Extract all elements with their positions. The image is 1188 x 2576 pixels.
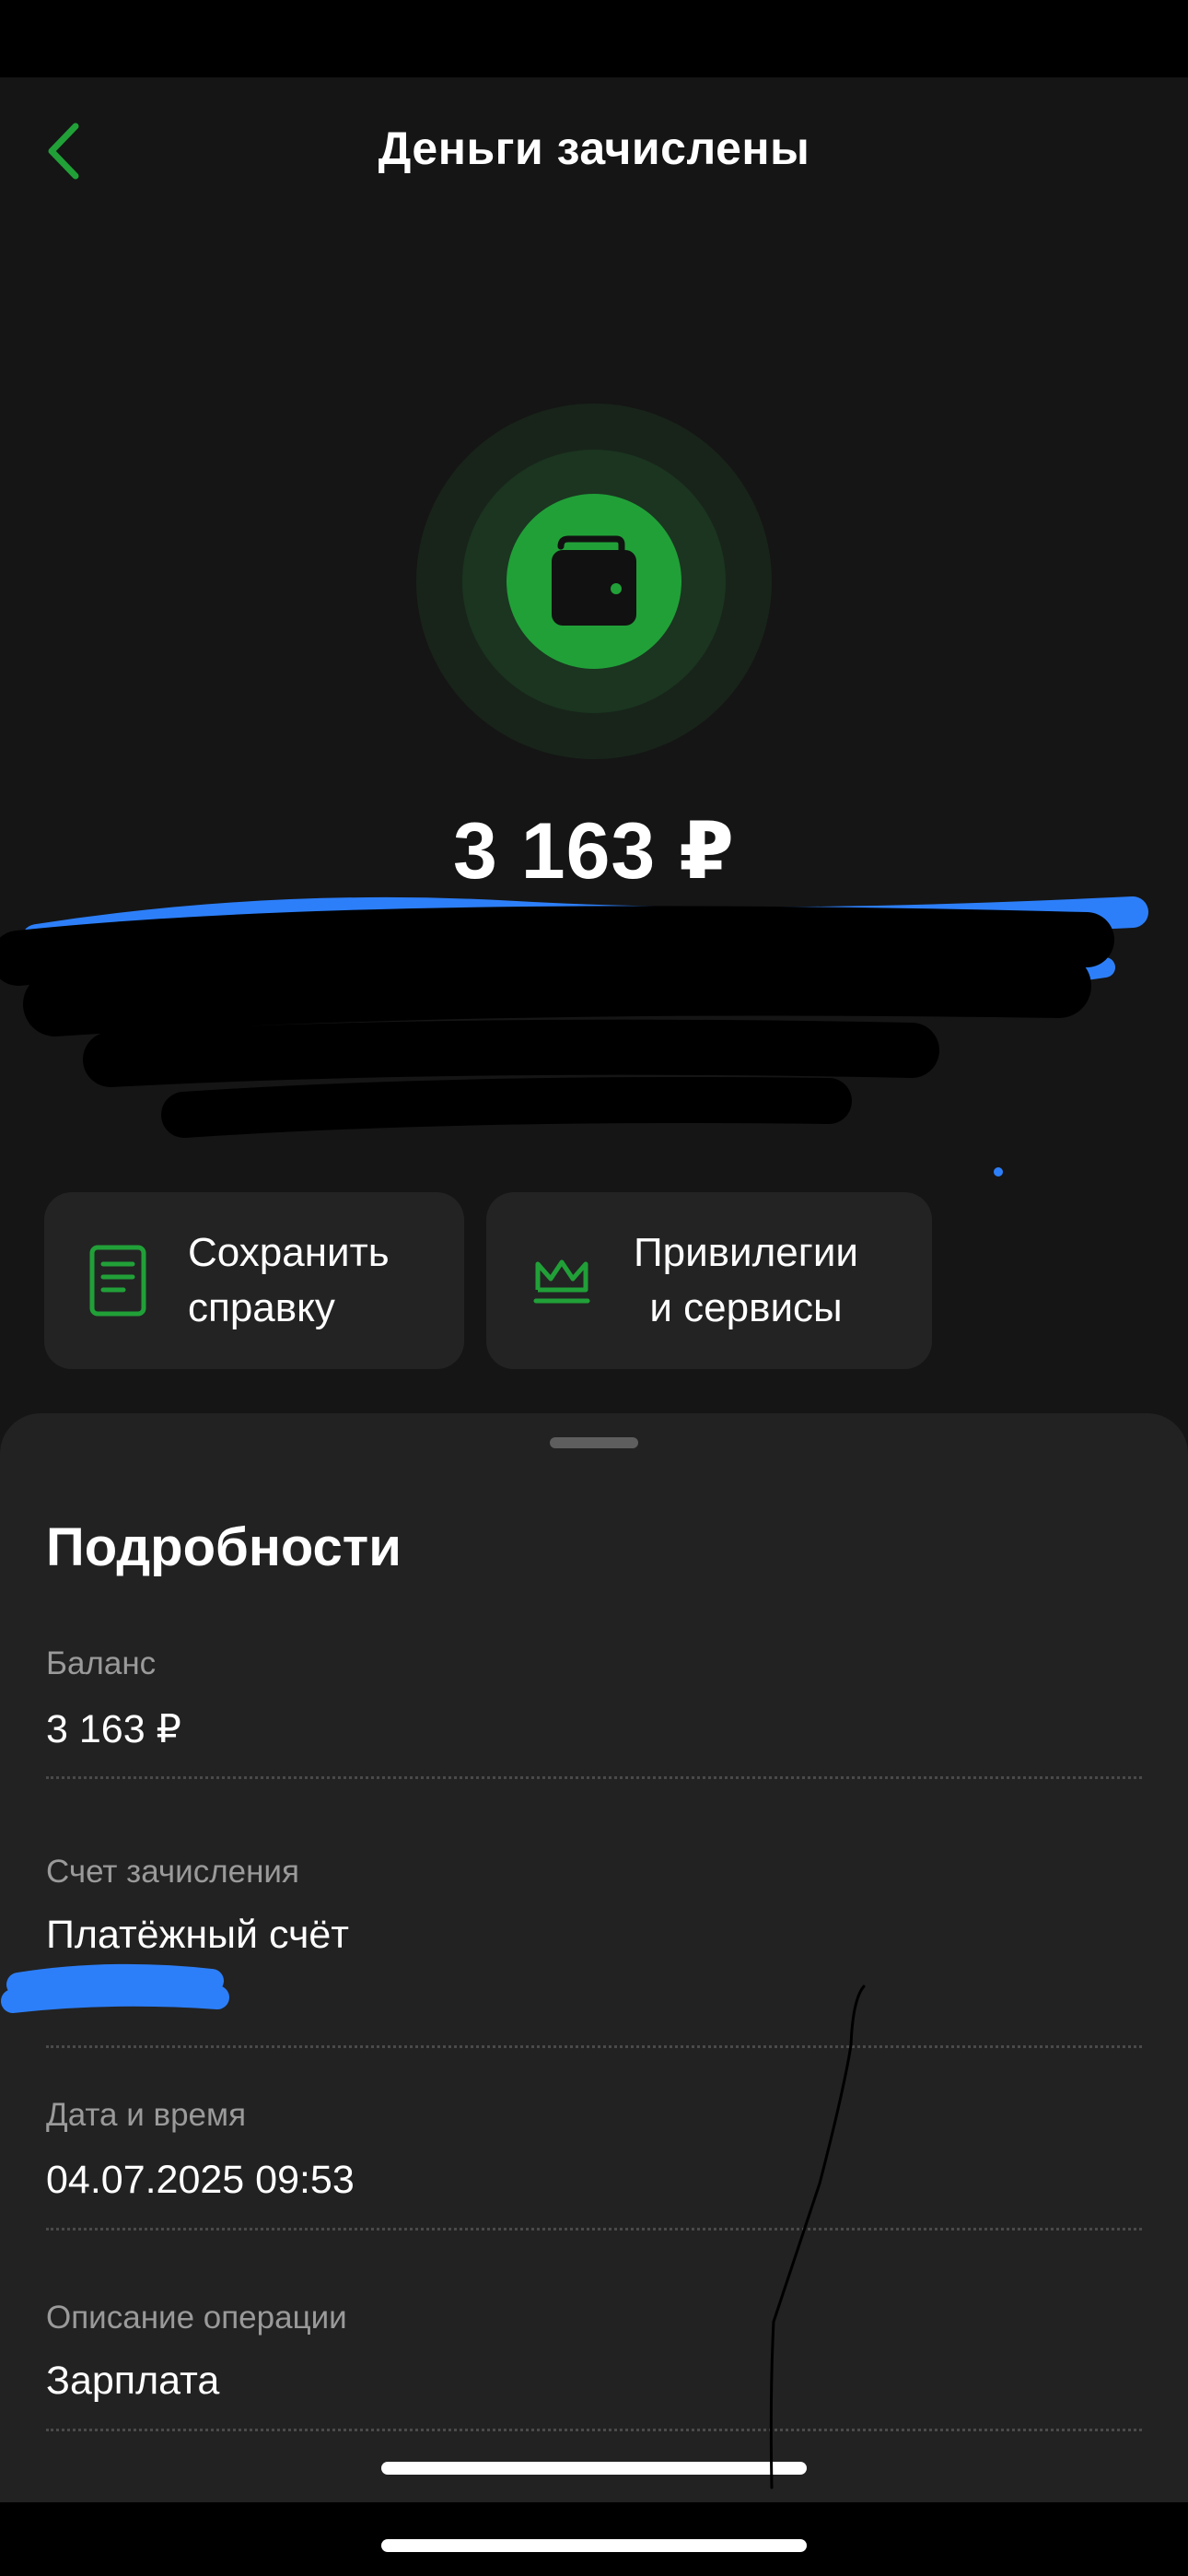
- field-value: Платёжный счёт: [46, 1913, 349, 1957]
- field-label: Счет зачисления: [46, 1854, 299, 1890]
- action-icon-wrap: [85, 1244, 151, 1317]
- field-label: Баланс: [46, 1645, 157, 1681]
- divider: [46, 2429, 1142, 2431]
- sheet-grabber[interactable]: [550, 1437, 638, 1448]
- field-value: 04.07.2025 09:53: [46, 2158, 355, 2202]
- divider: [46, 1776, 1142, 1779]
- redaction-scribble: [1, 1963, 229, 2013]
- privileges-services-label: Привилегии и сервисы: [634, 1230, 858, 1330]
- privileges-services-button[interactable]: Привилегии и сервисы: [486, 1192, 932, 1369]
- details-title: Подробности: [46, 1517, 402, 1577]
- action-icon-wrap: [529, 1244, 595, 1317]
- status-bar: [0, 0, 1188, 77]
- field-value: Зарплата: [46, 2359, 220, 2403]
- wallet-icon: [552, 535, 636, 626]
- navigation-bar: Деньги зачислены: [0, 77, 1188, 216]
- hero-badge: [416, 404, 772, 759]
- save-receipt-label: Сохранить справку: [188, 1230, 390, 1330]
- hero-ring-inner: [507, 494, 681, 669]
- save-receipt-button[interactable]: Сохранить справку: [44, 1192, 464, 1369]
- details-sheet: Подробности Баланс 3 163 ₽ Счет зачислен…: [0, 1413, 1188, 2502]
- system-home-indicator[interactable]: [381, 2539, 807, 2552]
- divider: [46, 2228, 1142, 2231]
- field-label: Описание операции: [46, 2300, 347, 2336]
- transaction-amount: 3 163 ₽: [453, 807, 735, 896]
- crown-icon: [533, 1259, 590, 1304]
- divider: [46, 2045, 1142, 2048]
- document-icon: [89, 1245, 146, 1317]
- home-indicator[interactable]: [381, 2462, 807, 2475]
- field-label: Дата и время: [46, 2097, 247, 2133]
- page-title: Деньги зачислены: [378, 123, 810, 174]
- field-value: 3 163 ₽: [46, 1707, 181, 1751]
